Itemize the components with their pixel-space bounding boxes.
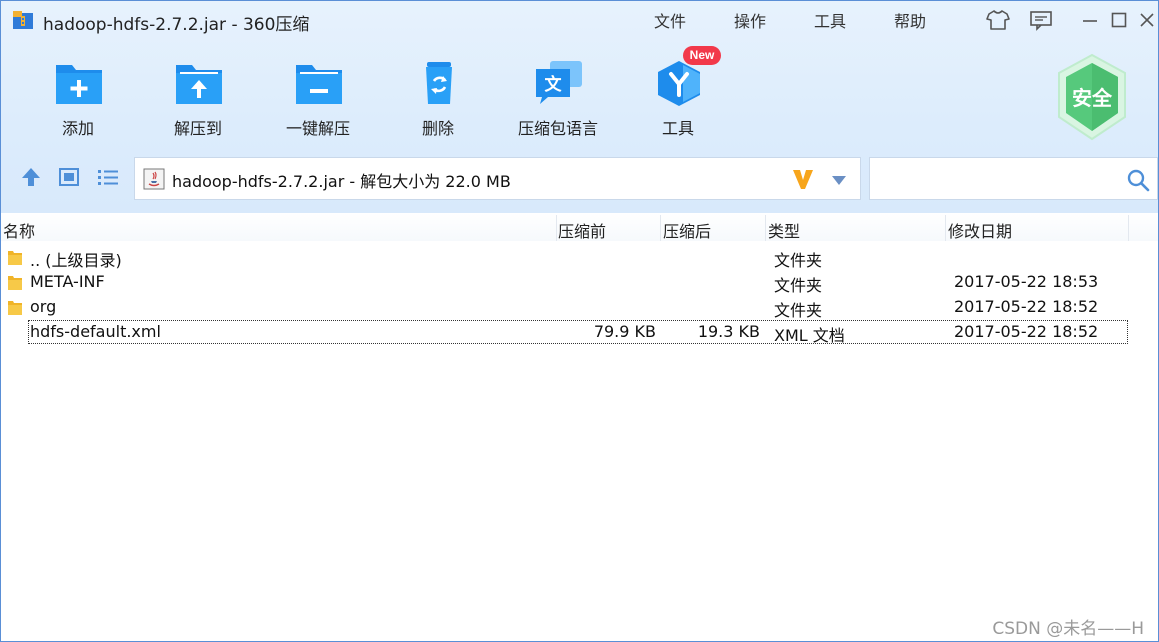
menu-help[interactable]: 帮助 [894, 8, 926, 32]
column-divider[interactable] [945, 215, 946, 241]
extract-to-label: 解压到 [173, 119, 222, 138]
delete-label: 删除 [421, 119, 454, 138]
list-view-icon [98, 170, 118, 185]
menu-tools[interactable]: 工具 [814, 8, 846, 32]
minimize-button[interactable] [1077, 8, 1103, 32]
file-name: META-INF [30, 272, 105, 291]
address-bar[interactable]: hadoop-hdfs-2.7.2.jar - 解包大小为 22.0 MB [134, 157, 861, 200]
column-divider[interactable] [660, 215, 661, 241]
menu-operation[interactable]: 操作 [734, 8, 766, 32]
java-jar-icon [143, 168, 165, 190]
chevron-down-icon[interactable] [831, 174, 847, 186]
file-row-meta-inf[interactable]: META-INF 文件夹 2017-05-22 18:53 [1, 270, 1158, 295]
recycle-bin-icon [426, 62, 452, 104]
svg-text:文: 文 [545, 74, 563, 95]
list-view-button[interactable] [96, 165, 120, 189]
file-list-header: 名称 压缩前 压缩后 类型 修改日期 [1, 213, 1158, 241]
add-button[interactable]: 添加 [28, 55, 128, 139]
language-icon: 文 [536, 61, 582, 104]
column-name[interactable]: 名称 [3, 218, 35, 242]
file-name: org [30, 297, 57, 316]
column-compressed-after[interactable]: 压缩后 [663, 218, 711, 242]
security-label: 安全 [1072, 86, 1112, 110]
one-click-extract-button[interactable]: 一键解压 [268, 55, 368, 139]
column-divider[interactable] [1128, 215, 1129, 241]
archive-app-icon [13, 11, 33, 29]
add-folder-icon [56, 65, 102, 104]
one-click-folder-icon [296, 65, 342, 104]
thumbnail-view-icon [59, 168, 79, 186]
archive-language-label: 压缩包语言 [517, 119, 598, 138]
new-badge: New [683, 46, 721, 65]
tools-label: 工具 [661, 119, 694, 138]
feedback-button[interactable] [1028, 8, 1054, 32]
file-size-before: 79.9 KB [593, 322, 656, 341]
message-icon [1030, 11, 1052, 31]
search-input[interactable] [874, 164, 1114, 194]
window-title: hadoop-hdfs-2.7.2.jar - 360压缩 [43, 15, 310, 35]
file-type: XML 文档 [774, 326, 845, 345]
file-size-after: 19.3 KB [697, 322, 760, 341]
file-name: .. (上级目录) [30, 251, 122, 270]
folder-icon [8, 301, 22, 315]
file-row-org[interactable]: org 文件夹 2017-05-22 18:52 [1, 295, 1158, 320]
folder-icon [8, 251, 22, 265]
security-shield[interactable]: 安全 [1055, 53, 1129, 141]
column-type[interactable]: 类型 [768, 218, 800, 242]
column-divider[interactable] [556, 215, 557, 241]
search-icon[interactable] [1126, 168, 1150, 192]
address-path: hadoop-hdfs-2.7.2.jar - 解包大小为 22.0 MB [172, 172, 511, 191]
archive-language-button[interactable]: 文 压缩包语言 [508, 55, 608, 139]
column-divider[interactable] [765, 215, 766, 241]
file-row-hdfs-default-xml[interactable]: hdfs-default.xml 79.9 KB 19.3 KB XML 文档 … [1, 320, 1158, 345]
folder-icon [8, 276, 22, 290]
file-modified: 2017-05-22 18:52 [954, 322, 1099, 341]
tools-hexagon-icon [658, 61, 700, 106]
close-icon [1140, 13, 1154, 27]
watermark: CSDN @未名——H [992, 619, 1144, 639]
title-bar: hadoop-hdfs-2.7.2.jar - 360压缩 文件 操作 工具 帮… [1, 1, 1158, 39]
file-type: 文件夹 [774, 301, 823, 320]
shirt-icon [986, 10, 1010, 30]
delete-button[interactable]: 删除 [388, 55, 488, 139]
search-box [869, 157, 1158, 200]
thumbnail-view-button[interactable] [57, 165, 81, 189]
file-modified: 2017-05-22 18:52 [954, 297, 1099, 316]
file-type: 文件夹 [774, 276, 823, 295]
arrow-up-icon [22, 168, 40, 186]
maximize-icon [1111, 12, 1127, 28]
file-modified: 2017-05-22 18:53 [954, 272, 1099, 291]
file-name: hdfs-default.xml [30, 322, 161, 341]
file-type: 文件夹 [774, 251, 823, 270]
maximize-button[interactable] [1106, 8, 1132, 32]
verify-v-icon[interactable] [791, 167, 815, 191]
skin-shirt-button[interactable] [985, 8, 1011, 32]
extract-to-button[interactable]: 解压到 [148, 55, 248, 139]
column-compressed-before[interactable]: 压缩前 [558, 218, 606, 242]
column-modified[interactable]: 修改日期 [948, 218, 1012, 242]
app-window: hadoop-hdfs-2.7.2.jar - 360压缩 文件 操作 工具 帮… [0, 0, 1159, 642]
up-level-button[interactable] [19, 165, 43, 189]
file-row-parent[interactable]: .. (上级目录) 文件夹 [1, 245, 1158, 270]
menu-file[interactable]: 文件 [654, 8, 686, 32]
add-label: 添加 [61, 119, 94, 138]
extract-folder-icon [176, 65, 222, 104]
tools-button[interactable]: 工具 [628, 55, 728, 139]
close-button[interactable] [1134, 8, 1158, 32]
minimize-icon [1083, 20, 1097, 22]
one-click-extract-label: 一键解压 [285, 119, 350, 138]
